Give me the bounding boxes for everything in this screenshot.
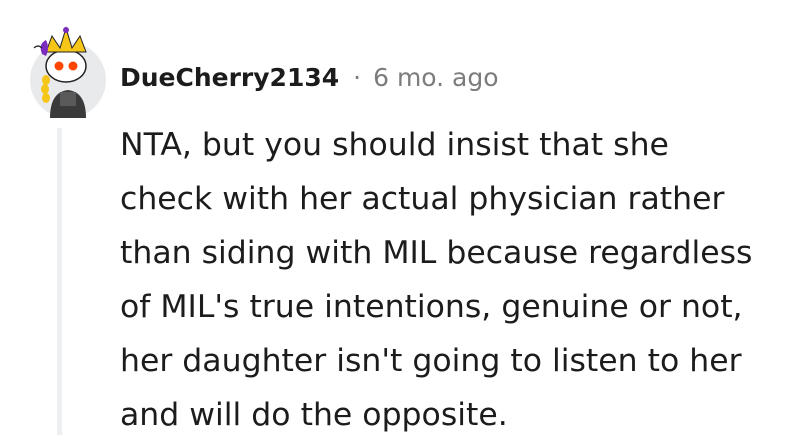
comment-author[interactable]: DueCherry2134 <box>120 63 339 92</box>
comment-timestamp[interactable]: 6 mo. ago <box>373 63 498 92</box>
snoo-avatar-icon <box>30 26 106 118</box>
user-avatar[interactable] <box>16 18 116 118</box>
meta-separator: · <box>353 62 362 92</box>
thread-line[interactable] <box>57 128 62 435</box>
comment-body: NTA, but you should insist that she chec… <box>120 127 753 433</box>
comment-header: DueCherry2134 · 6 mo. ago <box>120 58 499 96</box>
